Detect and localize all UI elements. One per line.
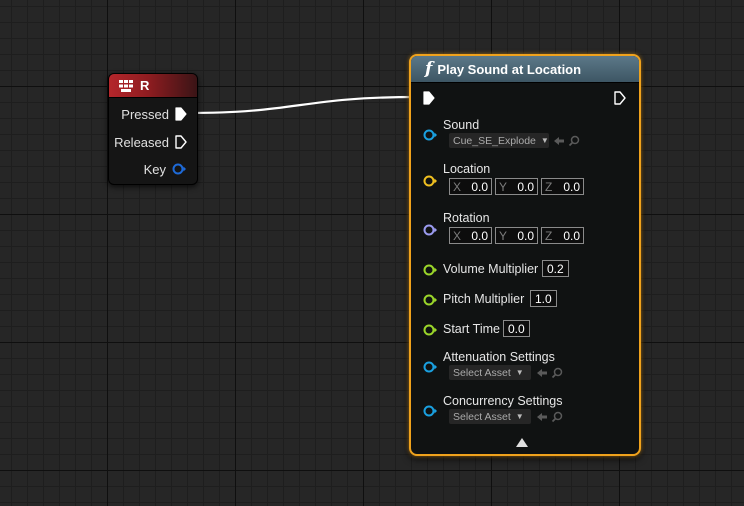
concurrency-asset-value: Select Asset [453, 410, 511, 423]
browse-search-icon[interactable] [551, 411, 563, 423]
key-event-header[interactable]: R [109, 74, 197, 98]
key-struct-pin[interactable] [172, 163, 187, 175]
play-sound-at-location-node[interactable]: f Play Sound at Location Sound Cue_SE_Ex… [409, 54, 641, 456]
use-selected-arrow-icon[interactable] [536, 412, 548, 422]
released-pin-label: Released [114, 134, 169, 150]
collapse-advanced-arrow-icon[interactable] [516, 438, 528, 447]
rotation-x-field[interactable]: X 0.0 [449, 227, 492, 244]
pressed-pin-row: Pressed [121, 105, 187, 123]
volume-multiplier-pin[interactable] [423, 264, 438, 276]
location-x-field[interactable]: X 0.0 [449, 178, 492, 195]
attenuation-asset-dropdown[interactable]: Select Asset ▼ [449, 365, 531, 380]
pitch-multiplier-label: Pitch Multiplier [443, 292, 525, 306]
key-event-node[interactable]: R Pressed Released Key [108, 73, 198, 185]
key-pin-label: Key [143, 161, 166, 177]
location-label: Location [443, 162, 491, 176]
start-time-label: Start Time [443, 322, 500, 336]
rotation-z-field[interactable]: Z 0.0 [541, 227, 584, 244]
pitch-multiplier-field[interactable]: 1.0 [530, 290, 557, 307]
concurrency-asset-dropdown[interactable]: Select Asset ▼ [449, 409, 531, 424]
x-axis-label: X [453, 228, 462, 243]
z-axis-label: Z [545, 228, 553, 243]
function-node-header[interactable]: f Play Sound at Location [411, 56, 639, 83]
exec-in-pin[interactable] [423, 91, 435, 105]
sound-label: Sound [443, 118, 480, 132]
function-icon: f [425, 59, 433, 79]
chevron-down-icon: ▼ [515, 412, 524, 421]
sound-pin[interactable] [423, 129, 438, 141]
sound-asset-dropdown[interactable]: Cue_SE_Explode ▼ [449, 133, 549, 148]
rotation-pin[interactable] [423, 224, 438, 236]
attenuation-settings-label: Attenuation Settings [443, 350, 555, 364]
function-node-title: Play Sound at Location [437, 61, 582, 77]
rotation-y-field[interactable]: Y 0.0 [495, 227, 538, 244]
browse-search-icon[interactable] [551, 367, 563, 379]
chevron-down-icon: ▼ [515, 368, 524, 377]
rotation-label: Rotation [443, 211, 490, 225]
use-selected-arrow-icon[interactable] [536, 368, 548, 378]
z-axis-label: Z [545, 179, 553, 194]
start-time-pin[interactable] [423, 324, 438, 336]
pitch-multiplier-pin[interactable] [423, 294, 438, 306]
pressed-pin-label: Pressed [121, 106, 169, 122]
rotation-z-value: 0.0 [563, 228, 580, 243]
concurrency-settings-label: Concurrency Settings [443, 394, 563, 408]
rotation-x-value: 0.0 [471, 228, 488, 243]
location-z-value: 0.0 [563, 179, 580, 194]
key-event-title: R [140, 78, 150, 93]
attenuation-settings-pin[interactable] [423, 361, 438, 373]
keyboard-icon [119, 79, 133, 92]
location-pin[interactable] [423, 175, 438, 187]
use-selected-arrow-icon[interactable] [553, 136, 565, 146]
volume-multiplier-label: Volume Multiplier [443, 262, 539, 276]
start-time-field[interactable]: 0.0 [503, 320, 530, 337]
concurrency-asset-actions [536, 410, 563, 424]
attenuation-asset-value: Select Asset [453, 366, 511, 379]
x-axis-label: X [453, 179, 462, 194]
sound-asset-value: Cue_SE_Explode [453, 134, 536, 147]
sound-asset-actions [553, 134, 580, 148]
chevron-down-icon: ▼ [540, 136, 549, 145]
browse-search-icon[interactable] [568, 135, 580, 147]
exec-out-pin[interactable] [614, 91, 626, 105]
pressed-exec-pin[interactable] [175, 107, 187, 121]
released-pin-row: Released [114, 133, 187, 151]
rotation-y-value: 0.0 [517, 228, 534, 243]
concurrency-settings-pin[interactable] [423, 405, 438, 417]
location-x-value: 0.0 [471, 179, 488, 194]
location-y-value: 0.0 [517, 179, 534, 194]
released-exec-pin[interactable] [175, 135, 187, 149]
location-z-field[interactable]: Z 0.0 [541, 178, 584, 195]
y-axis-label: Y [499, 228, 508, 243]
volume-multiplier-field[interactable]: 0.2 [542, 260, 569, 277]
y-axis-label: Y [499, 179, 508, 194]
attenuation-asset-actions [536, 366, 563, 380]
key-pin-row: Key [144, 160, 187, 178]
location-y-field[interactable]: Y 0.0 [495, 178, 538, 195]
